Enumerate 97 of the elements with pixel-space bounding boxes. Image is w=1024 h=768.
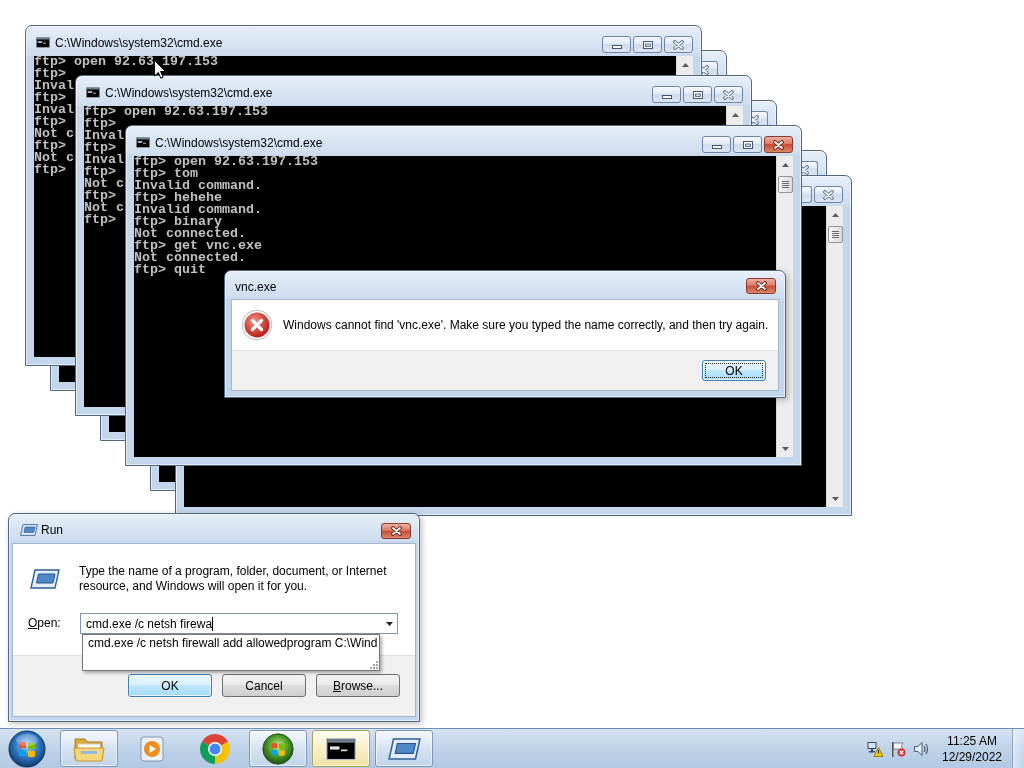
scroll-up-icon[interactable]: [731, 113, 739, 117]
console-line: Not c: [34, 152, 74, 164]
console-line: ftp>: [84, 118, 116, 130]
clock-time[interactable]: 11:25 AM: [947, 732, 997, 749]
console-line: Inval: [84, 130, 124, 142]
error-icon: [241, 309, 273, 341]
console-line: Invalid command.: [134, 204, 262, 216]
console-text: 197.153: [161, 56, 218, 69]
start-orb-icon: [8, 729, 46, 768]
folder-icon: [73, 735, 105, 762]
console-line: Inval: [34, 80, 74, 92]
open-label: Open:: [28, 615, 62, 632]
scroll-down-icon[interactable]: [781, 447, 789, 451]
maximize-button[interactable]: [802, 186, 812, 203]
minimize-button[interactable]: [702, 136, 731, 153]
scroll-up-icon[interactable]: [831, 213, 839, 217]
maximize-icon: [742, 140, 753, 149]
minimize-button[interactable]: [652, 86, 681, 103]
console-line: ftp> binary: [134, 216, 222, 228]
close-icon: [390, 526, 402, 536]
console-line: ftp>: [84, 166, 116, 178]
minimize-icon: [611, 45, 622, 49]
browse-button[interactable]: Browse...: [316, 674, 400, 697]
console-line: Invalid command.: [134, 180, 262, 192]
taskbar-button[interactable]: [249, 730, 307, 767]
flag-icon[interactable]: [890, 740, 906, 757]
window-title: C:\Windows\system32\cmd.exe: [105, 85, 273, 100]
scroll-down-icon[interactable]: [831, 497, 839, 501]
dialog-title: vnc.exe: [235, 279, 277, 294]
speaker-icon[interactable]: [913, 740, 929, 757]
taskbar-button[interactable]: [312, 730, 370, 767]
console-line: ftp>: [34, 68, 66, 80]
close-icon: [723, 89, 734, 100]
close-icon: [755, 281, 767, 291]
console-line: Not c: [84, 178, 124, 190]
console-line: Not connected.: [134, 252, 246, 264]
console-line: ftp>: [84, 214, 116, 226]
console-line: ftp>: [84, 142, 116, 154]
close-button[interactable]: [764, 136, 793, 153]
console-line: ftp>: [84, 190, 116, 202]
slanted-window-icon: [30, 569, 60, 589]
console-line: ftp>: [34, 92, 66, 104]
clock-date[interactable]: 12/29/2022: [941, 748, 1003, 765]
dialog-title: Run: [41, 523, 63, 537]
console-line: Not connected.: [134, 228, 246, 240]
console-icon: [86, 87, 100, 98]
console-line: ftp>: [34, 164, 66, 176]
network-warning-icon[interactable]: [867, 740, 883, 757]
window-title: C:\Windows\system32\cmd.exe: [155, 135, 323, 150]
error-message: Windows cannot find 'vnc.exe'. Make sure you typed the name correctly, and then try again.: [283, 318, 769, 332]
open-field[interactable]: cmd.exe /c netsh firewa: [80, 613, 398, 634]
text-cursor-icon: [212, 616, 214, 631]
console-line: Inval: [84, 154, 124, 166]
close-icon: [823, 189, 834, 200]
scrollbar[interactable]: [826, 206, 843, 507]
console-line: ftp> get vnc.exe: [134, 240, 262, 252]
resize-grip-icon[interactable]: [370, 661, 379, 669]
taskbar-button[interactable]: [375, 730, 433, 767]
window-title: C:\Windows\system32\cmd.exe: [55, 35, 223, 50]
ok-button[interactable]: OK: [128, 674, 212, 697]
close-icon: [673, 39, 684, 50]
scroll-up-icon[interactable]: [781, 163, 789, 167]
scroll-up-icon[interactable]: [681, 63, 689, 67]
maximize-icon: [642, 40, 653, 49]
slanted-window-icon: [387, 737, 421, 760]
console-icon: [326, 737, 356, 760]
minimize-icon: [661, 95, 672, 99]
console-icon: [36, 37, 50, 48]
cancel-button[interactable]: Cancel: [222, 674, 306, 697]
run-instructions: Type the name of a program, folder, document, or Internet resource, and Windows will open it for you.: [79, 564, 388, 594]
close-button[interactable]: [381, 523, 411, 539]
ok-button[interactable]: OK: [702, 360, 766, 381]
minimize-button[interactable]: [602, 36, 631, 53]
autocomplete-item[interactable]: cmd.exe /c netsh firewall add allowedprogram C:\Wind: [83, 635, 378, 651]
scroll-thumb[interactable]: [827, 226, 843, 243]
scroll-thumb[interactable]: [777, 176, 793, 193]
minimize-icon: [711, 145, 722, 149]
console-line: ftp> quit: [134, 264, 206, 276]
maximize-button[interactable]: [633, 36, 662, 53]
console-line: ftp> tom: [134, 168, 198, 180]
close-icon: [773, 139, 784, 150]
browser-icon: [199, 732, 231, 765]
console-icon: [136, 137, 150, 148]
media-play-icon: [140, 735, 164, 762]
console-line: Inval: [34, 104, 74, 116]
console-line: ftp> hehehe: [134, 192, 222, 204]
dropdown-arrow-icon[interactable]: [386, 621, 393, 626]
maximize-button[interactable]: [683, 86, 712, 103]
console-line: ftp>: [34, 116, 66, 128]
slanted-window-icon: [20, 524, 38, 536]
maximize-button[interactable]: [733, 136, 762, 153]
console-line: ftp>: [34, 140, 66, 152]
console-line: Not c: [84, 202, 124, 214]
orb-logo-icon: [262, 732, 294, 765]
close-button[interactable]: [746, 278, 776, 294]
console-line: Not c: [34, 128, 74, 140]
maximize-icon: [692, 90, 703, 99]
